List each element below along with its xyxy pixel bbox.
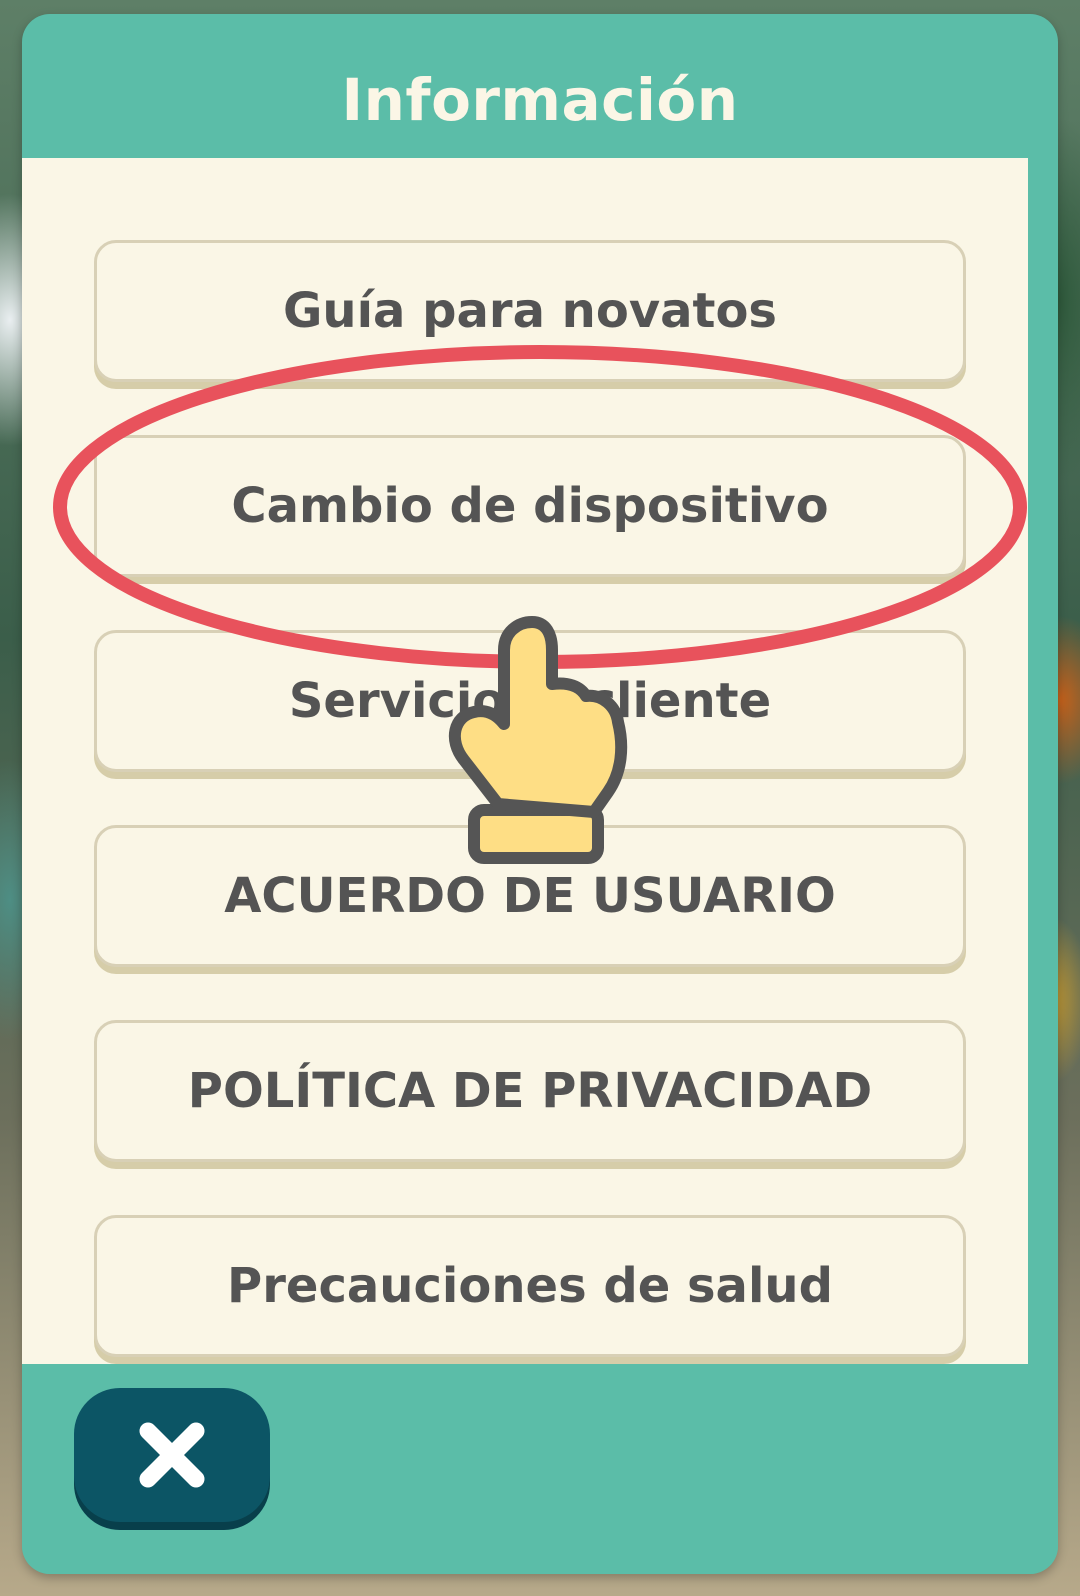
close-button[interactable] [74, 1388, 270, 1522]
dialog-title: Información [341, 66, 739, 134]
user-agreement-button[interactable]: ACUERDO DE USUARIO [94, 825, 966, 967]
close-x-icon [139, 1422, 205, 1488]
privacy-policy-button[interactable]: POLÍTICA DE PRIVACIDAD [94, 1020, 966, 1162]
health-precautions-button[interactable]: Precauciones de salud [94, 1215, 966, 1357]
dialog-header: Información [22, 14, 1058, 158]
device-change-button[interactable]: Cambio de dispositivo [94, 435, 966, 577]
menu-list: Guía para novatos Cambio de dispositivo … [22, 158, 1028, 1364]
customer-service-button[interactable]: Servicio al cliente [94, 630, 966, 772]
beginner-guide-button[interactable]: Guía para novatos [94, 240, 966, 382]
information-dialog: Información Guía para novatos Cambio de … [22, 14, 1058, 1574]
scrollbar[interactable] [1028, 158, 1040, 1004]
